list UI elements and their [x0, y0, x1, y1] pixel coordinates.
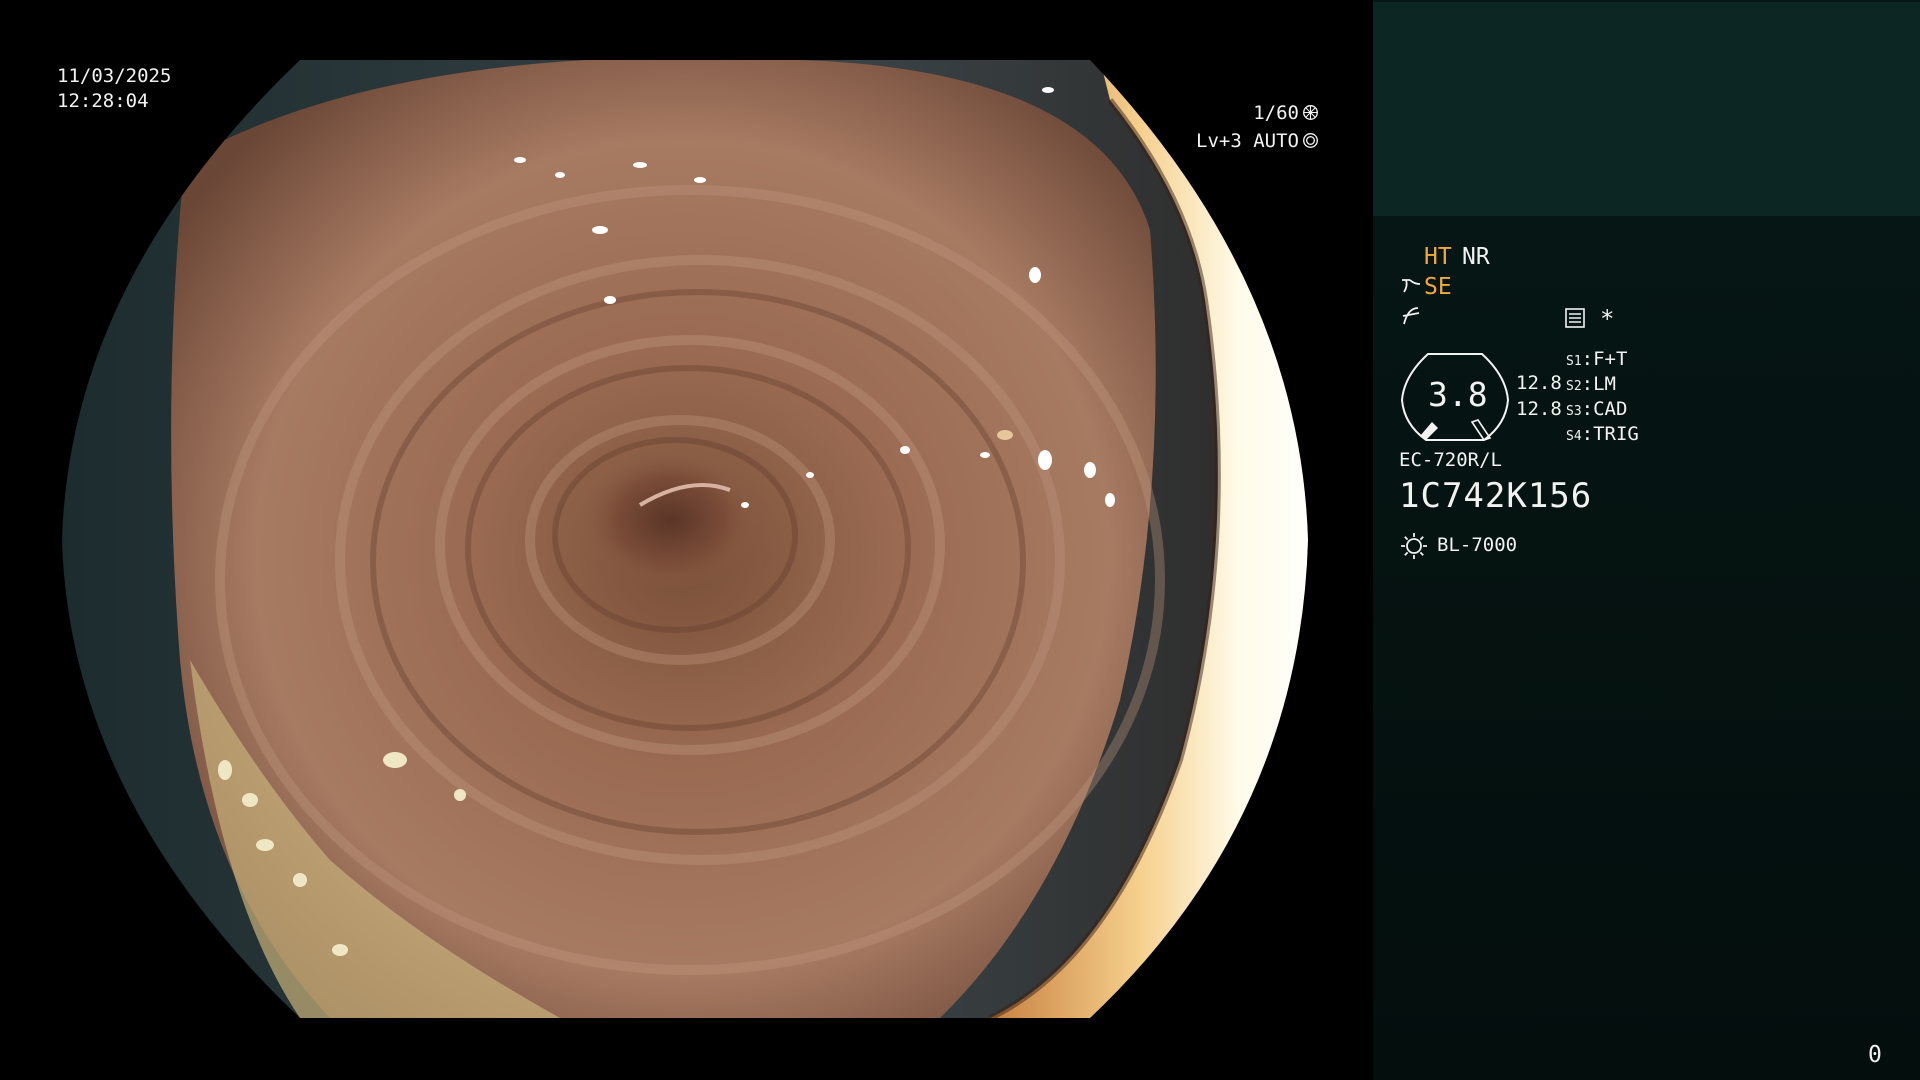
endoscopic-image — [62, 60, 1308, 1018]
date-display: 11/03/2025 — [57, 65, 172, 87]
se-indicator: SE — [1424, 274, 1452, 300]
scope-button-s1: S1:F+T — [1566, 348, 1627, 370]
aperture-icon — [1303, 105, 1318, 120]
brightness-level-value: Lv+3 AUTO — [1196, 130, 1299, 152]
nr-indicator: NR — [1462, 244, 1490, 270]
scope-button-s3: S3:CAD — [1566, 398, 1627, 420]
memo-icon — [1565, 308, 1585, 328]
time-display: 12:28:04 — [57, 90, 149, 112]
info-panel-header — [1373, 2, 1920, 216]
scope-button-label: :LM — [1581, 373, 1616, 395]
scope-button-label: :TRIG — [1581, 423, 1639, 445]
scope-button-key: S2 — [1566, 379, 1582, 394]
shutter-speed: 1/60 — [1253, 101, 1319, 125]
ht-indicator: HT — [1424, 244, 1452, 270]
scope-button-key: S1 — [1566, 354, 1582, 369]
scope-button-key: S4 — [1566, 429, 1582, 444]
scope-button-key: S3 — [1566, 404, 1582, 419]
iris-icon — [1303, 133, 1318, 148]
scope-button-label: :CAD — [1581, 398, 1628, 420]
light-source: BL-7000 — [1437, 534, 1518, 556]
scope-button-s2: S2:LM — [1566, 373, 1616, 395]
structure-enhance-icon — [1402, 279, 1421, 293]
shutter-speed-value: 1/60 — [1253, 102, 1299, 124]
scope-button-label: :F+T — [1581, 348, 1628, 370]
scope-serial: 1C742K156 — [1399, 476, 1593, 516]
gauge-bottom-value: 12.8 — [1516, 398, 1562, 420]
gauge-top-value: 12.8 — [1516, 372, 1562, 394]
gauge-value: 3.8 — [1428, 375, 1488, 414]
endoscope-view: 11/03/2025 12:28:04 1/60 Lv+3 AUTO — [0, 0, 1372, 1080]
scope-button-s4: S4:TRIG — [1566, 423, 1639, 445]
star-indicator: * — [1600, 305, 1615, 333]
color-enhance-icon — [1402, 307, 1420, 325]
brightness-level: Lv+3 AUTO — [1196, 129, 1319, 153]
image-counter: 0 — [1868, 1042, 1882, 1068]
light-bulb-icon — [1401, 533, 1427, 559]
scope-model: EC-720R/L — [1399, 449, 1502, 471]
